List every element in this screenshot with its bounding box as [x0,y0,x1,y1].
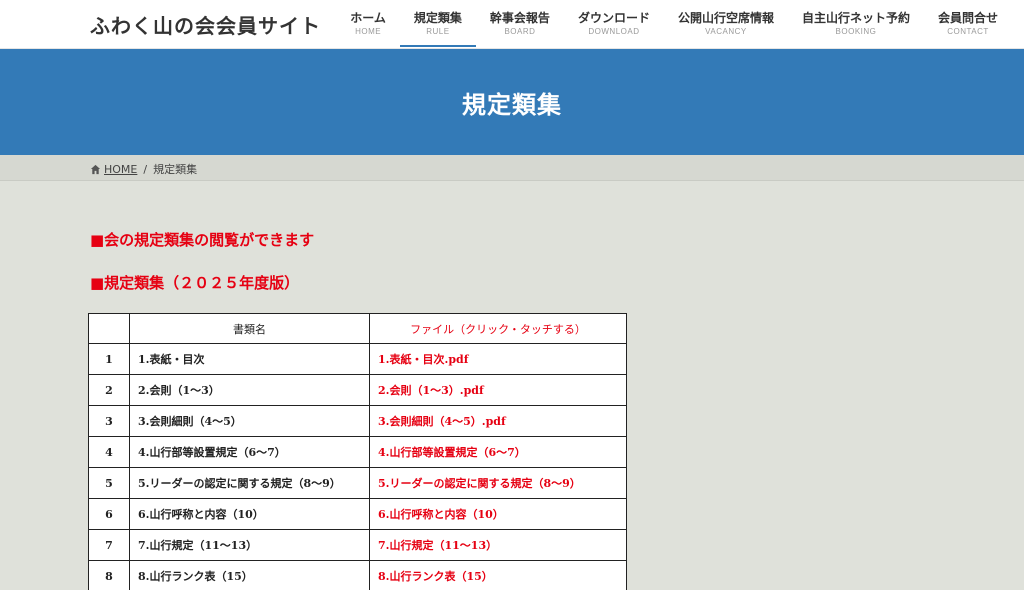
row-doc-name: 4.山行部等設置規定（6〜7） [129,436,370,468]
header-num [88,313,130,344]
main-nav: ホーム HOME 規定類集 RULE 幹事会報告 BOARD ダウンロード DO… [336,0,1012,48]
nav-item-board[interactable]: 幹事会報告 BOARD [476,0,564,48]
nav-item-home[interactable]: ホーム HOME [336,0,400,48]
breadcrumb-separator: / [143,162,148,176]
header-name: 書類名 [129,313,370,344]
row-file-link[interactable]: 7.山行規定（11〜13） [369,529,627,561]
row-num: 1 [88,343,130,375]
nav-sublabel: HOME [355,26,382,36]
site-title[interactable]: ふわく山の会会員サイト [90,10,321,39]
table-row: 1 1.表紙・目次 1.表紙・目次.pdf [88,343,627,375]
table-row: 6 6.山行呼称と内容（10） 6.山行呼称と内容（10） [88,498,627,530]
table-row: 4 4.山行部等設置規定（6〜7） 4.山行部等設置規定（6〜7） [88,436,627,468]
row-num: 2 [88,374,130,406]
row-doc-name: 1.表紙・目次 [129,343,370,375]
nav-item-booking[interactable]: 自主山行ネット予約 BOOKING [788,0,924,48]
nav-label: ホーム [350,10,386,25]
nav-item-contact[interactable]: 会員問合せ CONTACT [924,0,1012,48]
site-header: ふわく山の会会員サイト ホーム HOME 規定類集 RULE 幹事会報告 BOA… [0,0,1024,49]
row-doc-name: 2.会則（1〜3） [129,374,370,406]
row-doc-name: 5.リーダーの認定に関する規定（8〜9） [129,467,370,499]
nav-label: ダウンロード [577,10,650,25]
header-file: ファイル（クリック・タッチする） [369,313,627,344]
breadcrumb: HOME / 規定類集 [90,161,197,177]
row-doc-name: 8.山行ランク表（15） [129,560,370,590]
nav-sublabel: BOARD [504,26,536,36]
table-row: 3 3.会則細則（4〜5） 3.会則細則（4〜5）.pdf [88,405,627,437]
section-heading-rules: ■規定類集（２０２５年度版） [90,274,300,292]
table-row: 5 5.リーダーの認定に関する規定（8〜9） 5.リーダーの認定に関する規定（8… [88,467,627,499]
table-header-row: 書類名 ファイル（クリック・タッチする） [88,313,627,344]
row-file-link[interactable]: 8.山行ランク表（15） [369,560,627,590]
table-row: 7 7.山行規定（11〜13） 7.山行規定（11〜13） [88,529,627,561]
row-doc-name: 7.山行規定（11〜13） [129,529,370,561]
page-banner: 規定類集 [0,49,1024,155]
nav-sublabel: RULE [426,26,450,36]
section-heading-intro: ■会の規定類集の閲覧ができます [90,231,315,249]
nav-label: 自主山行ネット予約 [801,10,910,25]
table-row: 8 8.山行ランク表（15） 8.山行ランク表（15） [88,560,627,590]
row-doc-name: 6.山行呼称と内容（10） [129,498,370,530]
table-row: 2 2.会則（1〜3） 2.会則（1〜3）.pdf [88,374,627,406]
nav-sublabel: BOOKING [835,26,877,36]
nav-sublabel: VACANCY [705,26,747,36]
row-file-link[interactable]: 4.山行部等設置規定（6〜7） [369,436,627,468]
page-title: 規定類集 [462,90,562,119]
nav-item-vacancy[interactable]: 公開山行空席情報 VACANCY [664,0,788,48]
nav-item-rule[interactable]: 規定類集 RULE [399,0,476,48]
nav-label: 幹事会報告 [489,10,550,25]
row-file-link[interactable]: 3.会則細則（4〜5）.pdf [369,405,627,437]
breadcrumb-current: 規定類集 [153,163,198,176]
nav-label: 規定類集 [413,10,462,25]
row-file-link[interactable]: 5.リーダーの認定に関する規定（8〜9） [369,467,627,499]
row-file-link[interactable]: 2.会則（1〜3）.pdf [369,374,627,406]
nav-label: 会員問合せ [937,10,998,25]
rules-table: 書類名 ファイル（クリック・タッチする） 1 1.表紙・目次 1.表紙・目次.p… [88,313,627,590]
row-file-link[interactable]: 1.表紙・目次.pdf [369,343,627,375]
nav-item-download[interactable]: ダウンロード DOWNLOAD [564,0,664,48]
nav-sublabel: CONTACT [947,26,989,36]
row-doc-name: 3.会則細則（4〜5） [129,405,370,437]
row-num: 3 [88,405,130,437]
row-num: 7 [88,529,130,561]
nav-label: 公開山行空席情報 [677,10,774,25]
row-num: 6 [88,498,130,530]
breadcrumb-bar: HOME / 規定類集 [0,155,1024,181]
nav-sublabel: DOWNLOAD [588,26,640,36]
row-num: 5 [88,467,130,499]
home-icon [90,164,101,174]
row-num: 8 [88,560,130,590]
row-file-link[interactable]: 6.山行呼称と内容（10） [369,498,627,530]
breadcrumb-home-link[interactable]: HOME [104,163,137,176]
row-num: 4 [88,436,130,468]
